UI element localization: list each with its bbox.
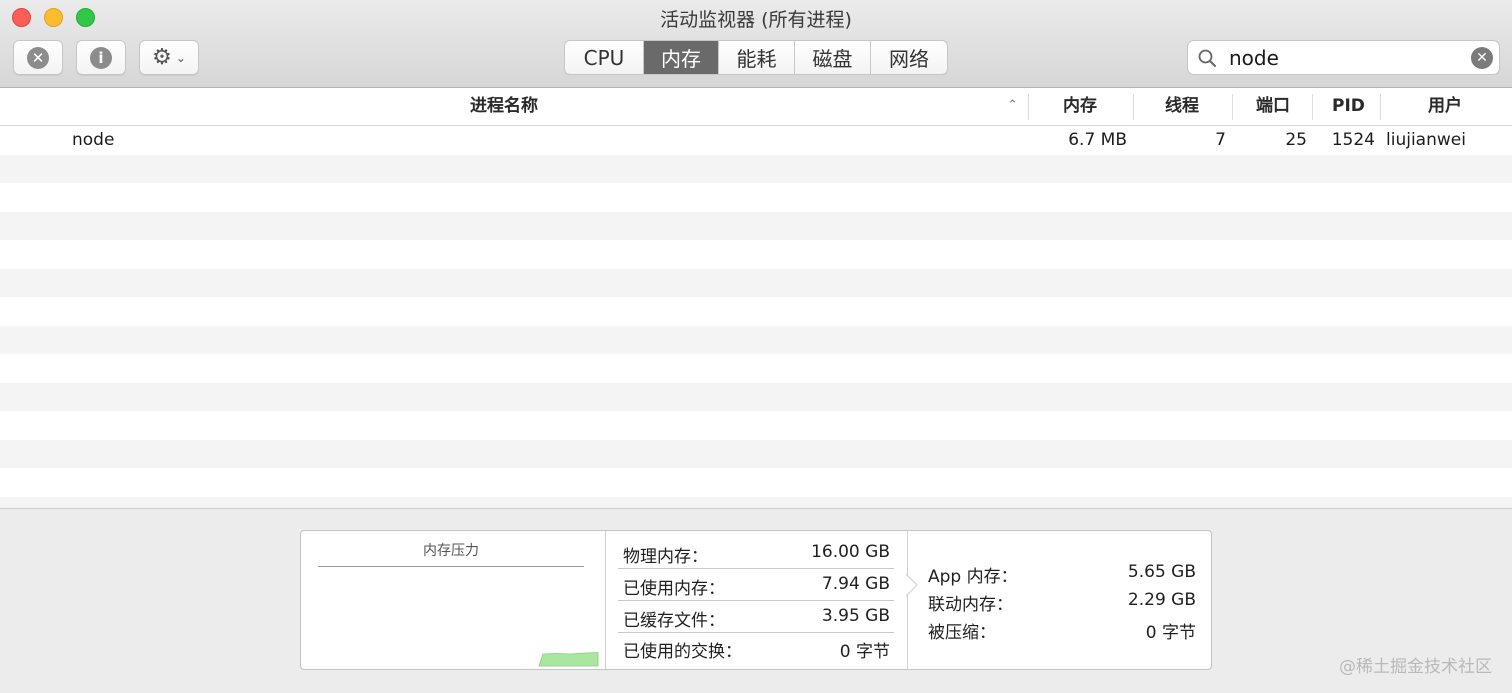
clear-search-icon[interactable]: ✕ (1471, 47, 1493, 69)
memory-stats-primary: 物理内存： 16.00 GB 已使用内存： 7.94 GB 已缓存文件： 3.9… (606, 531, 908, 669)
empty-row (0, 211, 1512, 240)
stat-value: 3.95 GB (821, 606, 890, 626)
stat-physical-memory: 物理内存： 16.00 GB (618, 537, 894, 569)
empty-row (0, 496, 1512, 508)
empty-row (0, 297, 1512, 326)
stat-value: 0 字节 (1145, 623, 1196, 643)
chevron-down-icon: ⌄ (175, 50, 186, 65)
stop-process-button[interactable]: ✕ (13, 40, 63, 75)
memory-pressure-baseline (318, 566, 584, 567)
memory-pressure-title: 内存压力 (423, 543, 479, 559)
sort-ascending-icon: ⌃ (1007, 98, 1018, 113)
stat-value: 5.65 GB (1127, 562, 1196, 582)
empty-row (0, 382, 1512, 411)
memory-summary-panel: 内存压力 物理内存： 16.00 GB 已使用内存： 7.94 GB 已缓存文件… (300, 530, 1212, 670)
category-tabs: CPU 内存 能耗 磁盘 网络 (564, 40, 948, 75)
column-header-user[interactable]: 用户 (1428, 88, 1462, 126)
empty-row (0, 439, 1512, 468)
gear-icon: ⚙ (152, 44, 172, 70)
empty-row (0, 468, 1512, 497)
stat-compressed: 被压缩： 0 字节 (928, 618, 1196, 644)
table-divider (0, 508, 1512, 509)
table-row[interactable]: node 6.7 MB 7 25 1524 liujianwei (0, 126, 1512, 155)
memory-stats-breakdown: App 内存： 5.65 GB 联动内存： 2.29 GB 被压缩： 0 字节 (911, 531, 1211, 669)
stat-label: App 内存： (928, 567, 1018, 587)
column-header-process-name[interactable]: 进程名称 (470, 88, 538, 126)
process-table: node 6.7 MB 7 25 1524 liujianwei (0, 126, 1512, 508)
column-header-threads[interactable]: 线程 (1165, 88, 1199, 126)
column-divider[interactable] (1133, 94, 1134, 120)
process-name-cell: node (72, 130, 115, 150)
memory-pressure-section: 内存压力 (301, 531, 606, 669)
stat-memory-used: 已使用内存： 7.94 GB (618, 569, 894, 601)
stat-wired-memory: 联动内存： 2.29 GB (928, 590, 1196, 616)
empty-row (0, 411, 1512, 440)
info-icon: i (90, 46, 112, 69)
column-divider[interactable] (1380, 94, 1381, 120)
column-divider[interactable] (1232, 94, 1233, 120)
stat-label: 物理内存： (623, 547, 708, 567)
search-field[interactable]: ✕ (1187, 40, 1500, 75)
tab-cpu[interactable]: CPU (565, 41, 644, 74)
column-header-pid[interactable]: PID (1332, 88, 1365, 126)
stop-process-icon: ✕ (27, 46, 49, 69)
empty-row (0, 154, 1512, 183)
stat-value: 0 字节 (839, 642, 890, 662)
process-table-header: 进程名称 ⌃ 内存 线程 端口 PID 用户 (0, 88, 1512, 126)
tab-disk[interactable]: 磁盘 (795, 41, 871, 74)
stat-label: 被压缩： (928, 623, 996, 643)
search-input[interactable] (1229, 44, 1459, 71)
column-header-ports[interactable]: 端口 (1256, 88, 1290, 126)
stat-app-memory: App 内存： 5.65 GB (928, 562, 1196, 588)
stat-label: 已使用的交换： (623, 642, 742, 662)
user-cell: liujianwei (1386, 130, 1466, 150)
column-divider[interactable] (1312, 94, 1313, 120)
tab-energy[interactable]: 能耗 (719, 41, 795, 74)
memory-pressure-graph (538, 652, 599, 667)
threads-cell: 7 (1215, 130, 1226, 150)
tab-memory[interactable]: 内存 (644, 41, 719, 74)
tab-network[interactable]: 网络 (871, 41, 947, 74)
stat-label: 已缓存文件： (623, 611, 725, 631)
stat-label: 已使用内存： (623, 579, 725, 599)
action-menu-button[interactable]: ⚙ ⌄ (139, 40, 199, 75)
column-divider[interactable] (1028, 94, 1029, 120)
empty-row (0, 325, 1512, 354)
title-bar: 活动监视器 (所有进程) ✕ i ⚙ ⌄ CPU 内存 能耗 磁盘 网络 ✕ (0, 0, 1512, 88)
stat-cached-files: 已缓存文件： 3.95 GB (618, 601, 894, 633)
stat-swap-used: 已使用的交换： 0 字节 (618, 632, 894, 664)
stat-label: 联动内存： (928, 595, 1013, 615)
empty-row (0, 268, 1512, 297)
stat-value: 7.94 GB (821, 574, 890, 594)
empty-row (0, 240, 1512, 269)
pid-cell: 1524 (1331, 130, 1375, 150)
memory-cell: 6.7 MB (1068, 130, 1127, 150)
window-title: 活动监视器 (所有进程) (660, 9, 852, 31)
stat-value: 2.29 GB (1127, 590, 1196, 610)
ports-cell: 25 (1285, 130, 1307, 150)
empty-row (0, 183, 1512, 212)
column-header-memory[interactable]: 内存 (1063, 88, 1097, 126)
inspect-process-button[interactable]: i (76, 40, 126, 75)
search-icon (1198, 49, 1216, 67)
stat-value: 16.00 GB (811, 542, 890, 562)
watermark: @稀土掘金技术社区 (1339, 657, 1492, 677)
empty-row (0, 354, 1512, 383)
